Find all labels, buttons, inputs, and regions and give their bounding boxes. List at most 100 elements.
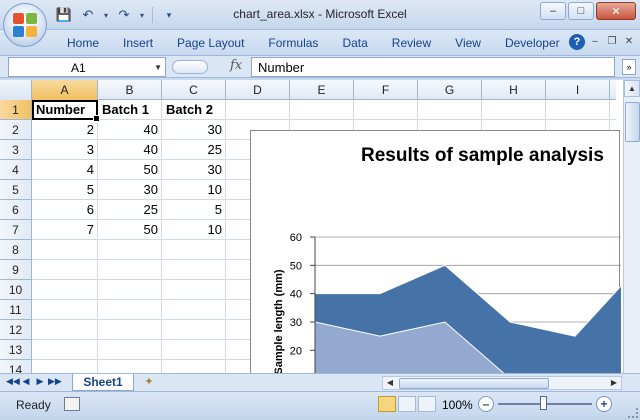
row-header-13[interactable]: 13 (0, 340, 32, 360)
column-header-h[interactable]: H (482, 80, 546, 100)
row-header-14[interactable]: 14 (0, 360, 32, 373)
scroll-right-icon[interactable]: ▶ (607, 376, 621, 390)
select-all-corner[interactable] (0, 80, 32, 100)
sheet-navigation: ◀◀ ◀ ▶ ▶▶ (6, 376, 62, 387)
cell-b4[interactable]: 50 (98, 160, 162, 180)
row-header-8[interactable]: 8 (0, 240, 32, 260)
cell-a7[interactable]: 7 (32, 220, 98, 240)
vertical-scrollbar[interactable]: ▲ (623, 80, 640, 373)
scroll-up-icon[interactable]: ▲ (624, 80, 640, 97)
sheet-tab-bar: ◀◀ ◀ ▶ ▶▶ Sheet1 ✦ ◀ ▶ (0, 373, 640, 391)
cell-c6[interactable]: 5 (162, 200, 226, 220)
cell-a2[interactable]: 2 (32, 120, 98, 140)
tab-page-layout[interactable]: Page Layout (165, 36, 256, 50)
row-header-3[interactable]: 3 (0, 140, 32, 160)
column-header-c[interactable]: C (162, 80, 226, 100)
status-bar: Ready 100% – + (0, 391, 640, 420)
cell-a3[interactable]: 3 (32, 140, 98, 160)
vertical-scroll-thumb[interactable] (625, 102, 640, 142)
sheet-tab-sheet1[interactable]: Sheet1 (72, 374, 134, 391)
expand-formula-bar-icon[interactable]: » (622, 59, 636, 75)
zoom-level[interactable]: 100% (442, 398, 473, 412)
tab-formulas[interactable]: Formulas (256, 36, 330, 50)
chevron-down-icon[interactable]: ▼ (154, 63, 162, 72)
column-header-g[interactable]: G (418, 80, 482, 100)
normal-view-icon[interactable] (378, 396, 396, 412)
zoom-slider-thumb[interactable] (540, 396, 547, 410)
office-button[interactable] (3, 3, 47, 47)
cell-a5[interactable]: 5 (32, 180, 98, 200)
header-cell-c1[interactable]: Batch 2 (162, 100, 226, 120)
row-header-2[interactable]: 2 (0, 120, 32, 140)
cell-b2[interactable]: 40 (98, 120, 162, 140)
header-cell-b1[interactable]: Batch 1 (98, 100, 162, 120)
insert-function-icon[interactable]: fx (230, 58, 242, 73)
formula-tools: fx (170, 57, 250, 77)
column-header-f[interactable]: F (354, 80, 418, 100)
cell-b7[interactable]: 50 (98, 220, 162, 240)
tab-insert[interactable]: Insert (111, 36, 165, 50)
zoom-in-icon[interactable]: + (596, 396, 612, 412)
tab-view[interactable]: View (443, 36, 493, 50)
cell-a6[interactable]: 6 (32, 200, 98, 220)
page-layout-view-icon[interactable] (398, 396, 416, 412)
cell-c5[interactable]: 10 (162, 180, 226, 200)
last-sheet-icon[interactable]: ▶▶ (48, 376, 62, 387)
row-header-12[interactable]: 12 (0, 320, 32, 340)
area-chart[interactable]: Results of sample analysis 0102030405060… (250, 130, 621, 373)
column-header-e[interactable]: E (290, 80, 354, 100)
previous-sheet-icon[interactable]: ◀ (20, 376, 32, 387)
row-header-9[interactable]: 9 (0, 260, 32, 280)
tab-developer[interactable]: Developer (493, 36, 572, 50)
title-bar: 💾 ↶ ▾ ↷ ▾ ▾ chart_area.xlsx - Microsoft … (0, 0, 640, 30)
active-cell-selection[interactable] (32, 100, 100, 122)
row-header-1[interactable]: 1 (0, 100, 32, 120)
ribbon-window-controls: ? – ❐ ✕ (569, 34, 636, 50)
column-header-d[interactable]: D (226, 80, 290, 100)
cell-b3[interactable]: 40 (98, 140, 162, 160)
ribbon-tabs: Home Insert Page Layout Formulas Data Re… (55, 36, 572, 50)
formula-bar-splitter[interactable] (172, 60, 208, 74)
horizontal-scroll-thumb[interactable] (399, 378, 549, 389)
row-header-7[interactable]: 7 (0, 220, 32, 240)
close-button[interactable]: ✕ (596, 2, 636, 20)
cell-c4[interactable]: 30 (162, 160, 226, 180)
workbook-minimize-icon[interactable]: – (588, 35, 602, 49)
cell-b5[interactable]: 30 (98, 180, 162, 200)
page-break-preview-icon[interactable] (418, 396, 436, 412)
insert-sheet-icon[interactable]: ✦ (139, 375, 159, 390)
row-header-11[interactable]: 11 (0, 300, 32, 320)
first-sheet-icon[interactable]: ◀◀ (6, 376, 20, 387)
resize-grip-icon[interactable] (628, 408, 638, 418)
workbook-close-icon[interactable]: ✕ (622, 35, 636, 49)
next-sheet-icon[interactable]: ▶ (34, 376, 46, 387)
workbook-restore-icon[interactable]: ❐ (605, 35, 619, 49)
ribbon: Home Insert Page Layout Formulas Data Re… (0, 30, 640, 56)
zoom-out-icon[interactable]: – (478, 396, 494, 412)
row-header-5[interactable]: 5 (0, 180, 32, 200)
column-header-i[interactable]: I (546, 80, 610, 100)
cell-c3[interactable]: 25 (162, 140, 226, 160)
column-header-a[interactable]: A (32, 80, 98, 100)
cell-c7[interactable]: 10 (162, 220, 226, 240)
column-header-b[interactable]: B (98, 80, 162, 100)
row-header-10[interactable]: 10 (0, 280, 32, 300)
tab-data[interactable]: Data (330, 36, 379, 50)
record-macro-icon[interactable] (64, 397, 80, 411)
cell-b6[interactable]: 25 (98, 200, 162, 220)
y-tick-label: 40 (290, 289, 302, 301)
formula-input[interactable]: Number (251, 57, 615, 77)
cell-c2[interactable]: 30 (162, 120, 226, 140)
tab-review[interactable]: Review (380, 36, 443, 50)
horizontal-scrollbar[interactable]: ◀ ▶ (382, 376, 622, 390)
maximize-button[interactable]: □ (568, 2, 594, 20)
minimize-button[interactable]: – (540, 2, 566, 20)
row-header-4[interactable]: 4 (0, 160, 32, 180)
help-icon[interactable]: ? (569, 34, 585, 50)
cell-a4[interactable]: 4 (32, 160, 98, 180)
row-header-6[interactable]: 6 (0, 200, 32, 220)
tab-home[interactable]: Home (55, 36, 111, 50)
y-tick-label: 50 (290, 260, 302, 272)
scroll-left-icon[interactable]: ◀ (383, 376, 397, 390)
name-box[interactable]: A1 ▼ (8, 57, 166, 77)
